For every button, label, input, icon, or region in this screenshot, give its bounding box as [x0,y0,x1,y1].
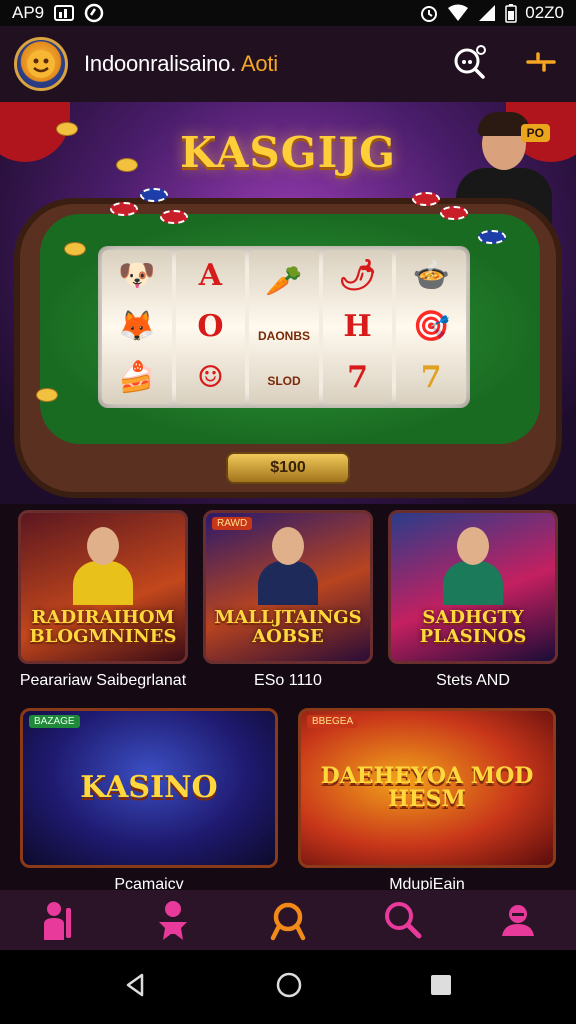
magnifier-icon [385,902,422,939]
game-tag: BBEGEA [307,715,359,728]
hero-badge: PO [520,124,550,142]
game-thumb-title: DAEHEYOA MOD HESM [320,762,534,812]
search-icon [270,902,306,941]
app-logo[interactable] [14,37,68,91]
hero-banner[interactable]: KASGIJG PO 🐶 🦊 🍰 A O ☺ 🥕 DAONBS SLOD 🌶 H 7 🍲 🎯 7 $100 [0,102,576,504]
bet-plate[interactable]: $100 [226,452,350,484]
games-row-2: BAZAGE KASINO Pcamaicv BBEGEA DAEHEYOA M… [20,708,556,894]
status-time: 02Z0 [525,3,564,22]
chip-icon [110,202,138,216]
recents-icon [431,974,451,995]
game-card[interactable]: SADHGTY PLASINOS Stets AND [388,510,558,690]
chip-icon [412,192,440,206]
game-thumb-title: SADHGTY PLASINOS [419,607,527,648]
game-caption: Pearariaw Saibegrlanat [19,672,187,689]
game-thumb-title: RADIRAIHOM BLOGMNINES [29,607,177,648]
game-thumbnail[interactable]: SADHGTY PLASINOS [388,510,558,664]
coin-icon [116,158,138,172]
recents-button[interactable] [428,972,454,1003]
player-icon [43,902,71,940]
slot-reels: 🐶 🦊 🍰 A O ☺ 🥕 DAONBS SLOD 🌶 H 7 🍲 🎯 7 [98,246,470,408]
back-icon [126,973,144,996]
bottom-nav [0,890,576,950]
reel-symbol: 7 [347,360,369,396]
coin-icon [56,122,78,136]
image-notification-icon [54,5,75,21]
battery-icon [505,3,517,23]
game-tag: BAZAGE [29,715,80,728]
wifi-icon [447,4,469,22]
search-button[interactable] [450,42,490,87]
reel-symbol: 🍰 [118,360,156,396]
reel-symbol: 🐶 [118,257,156,293]
game-thumbnail[interactable]: BAZAGE KASINO [20,708,278,868]
games-row-1: RADIRAIHOM BLOGMNINES Pearariaw Saibegrl… [18,510,558,690]
app-title-accent: Aoti [240,51,278,76]
coin-icon [36,388,58,402]
game-tag: RAWD [212,517,253,530]
game-card[interactable]: BBEGEA DAEHEYOA MOD HESM MdupiEain [298,708,556,894]
game-thumbnail[interactable]: BBEGEA DAEHEYOA MOD HESM [298,708,556,868]
game-caption: ESo 1110 [254,672,322,689]
app-title: Indoonralisaino. Aoti [84,51,278,77]
status-bar: AP9 02Z0 [0,0,576,26]
slot-reel: A O ☺ [175,250,246,404]
chip-icon [160,210,188,224]
sync-notification-icon [84,3,104,23]
status-carrier-text: AP9 [12,3,45,22]
reel-symbol: 🦊 [118,308,156,344]
game-thumb-title: KASINO [80,770,218,806]
home-button[interactable] [274,970,304,1005]
reel-symbol: DAONBS [257,328,310,343]
reel-symbol: H [343,308,372,344]
reel-symbol: 🍲 [412,257,450,293]
game-card[interactable]: RADIRAIHOM BLOGMNINES Pearariaw Saibegrl… [18,510,188,690]
app-title-main: Indoonralisaino. [84,51,237,76]
reel-symbol: A [198,257,223,293]
reel-symbol: 7 [420,360,442,396]
smiley-logo-icon [27,50,55,78]
game-card[interactable]: BAZAGE KASINO Pcamaicv [20,708,278,894]
game-caption: Stets AND [436,672,510,689]
menu-button[interactable] [524,47,558,82]
person-icon [158,901,187,940]
chip-icon [140,188,168,202]
game-thumb-title: MALLJTAINGS AOBSE [214,607,362,648]
nav-magnifier-button[interactable] [373,892,433,948]
slot-reel: 🥕 DAONBS SLOD [249,250,319,404]
reel-symbol: 🎯 [412,308,450,344]
system-nav-bar [0,950,576,1024]
profile-icon [502,905,535,936]
slot-reel: 🐶 🦊 🍰 [102,250,172,404]
nav-search-button[interactable] [258,892,318,948]
home-icon [276,972,302,997]
reel-symbol: ☺ [196,360,224,396]
reel-symbol: SLOD [267,374,301,389]
back-button[interactable] [122,971,150,1004]
menu-icon [526,51,556,72]
reel-symbol: 🌶 [338,257,377,293]
app-header: Indoonralisaino. Aoti [0,26,576,102]
nav-profile-button[interactable] [488,892,548,948]
reel-symbol: O [197,308,224,344]
game-card[interactable]: RAWD MALLJTAINGS AOBSE ESo 1110 [203,510,373,690]
bet-value: $100 [270,459,306,476]
signal-icon [477,4,497,22]
alarm-icon [419,3,439,23]
game-thumbnail[interactable]: RADIRAIHOM BLOGMNINES [18,510,188,664]
slot-reel: 🍲 🎯 7 [396,250,466,404]
reel-symbol: 🥕 [265,263,303,299]
nav-player-button[interactable] [28,892,88,948]
game-thumbnail[interactable]: RAWD MALLJTAINGS AOBSE [203,510,373,664]
nav-person-button[interactable] [143,892,203,948]
chip-icon [440,206,468,220]
slot-reel: 🌶 H 7 [322,250,393,404]
search-icon [454,44,486,79]
chip-icon [478,230,506,244]
coin-icon [64,242,86,256]
